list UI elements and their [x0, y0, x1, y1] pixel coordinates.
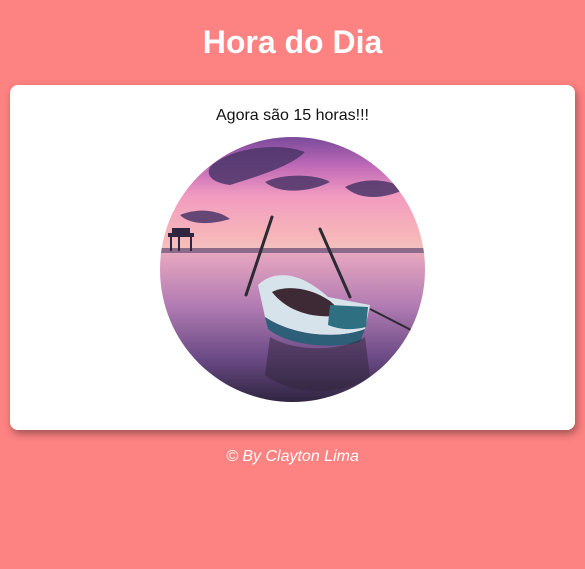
content-card: Agora são 15 horas!!!: [10, 85, 575, 430]
sunset-boat-illustration: [160, 137, 425, 402]
page-header: Hora do Dia: [0, 22, 585, 62]
page-title: Hora do Dia: [202, 24, 383, 60]
footer-credit: © By Clayton Lima: [226, 448, 359, 465]
time-message: Agora são 15 horas!!!: [216, 107, 369, 124]
time-of-day-image: [160, 137, 425, 402]
